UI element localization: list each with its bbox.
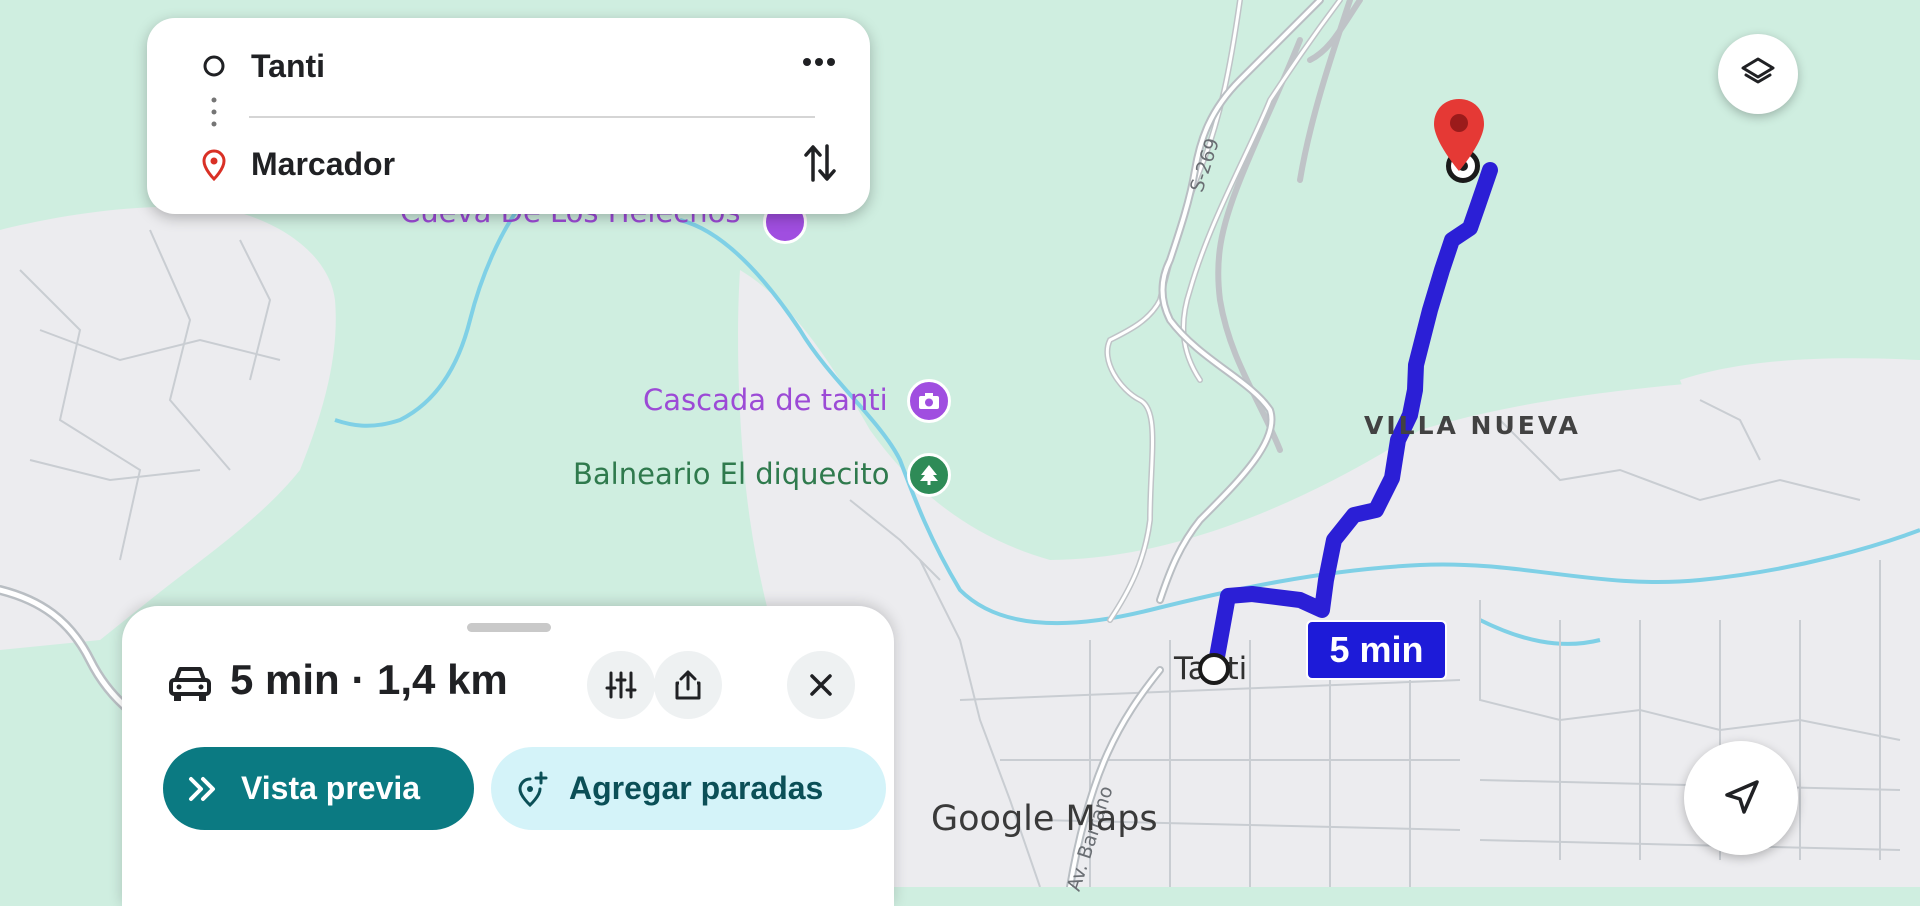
tree-icon bbox=[920, 465, 938, 485]
preview-button[interactable]: Vista previa bbox=[163, 747, 474, 830]
layers-button[interactable] bbox=[1718, 34, 1798, 114]
add-location-icon bbox=[518, 771, 548, 807]
poi-cascada-label[interactable]: Cascada de tanti bbox=[643, 383, 888, 417]
route-divider bbox=[249, 116, 815, 118]
navigation-arrow-icon bbox=[1725, 780, 1759, 814]
close-button[interactable] bbox=[787, 651, 855, 719]
swap-icon[interactable] bbox=[803, 142, 837, 184]
area-villa-nueva-label: VILLA NUEVA bbox=[1364, 411, 1581, 440]
car-icon bbox=[169, 667, 211, 701]
route-dots-icon bbox=[211, 97, 217, 127]
camera-icon bbox=[919, 393, 939, 409]
preview-button-label: Vista previa bbox=[241, 770, 421, 806]
route-options-button[interactable] bbox=[587, 651, 655, 719]
location-pin-icon bbox=[202, 149, 226, 181]
recenter-button[interactable] bbox=[1684, 741, 1798, 855]
layers-icon bbox=[1741, 57, 1775, 84]
tune-icon bbox=[605, 671, 637, 699]
destination-pin-icon[interactable] bbox=[1431, 97, 1487, 173]
origin-marker[interactable] bbox=[1198, 653, 1230, 685]
double-chevron-icon bbox=[189, 776, 215, 801]
google-maps-watermark: Google Maps bbox=[931, 799, 1158, 839]
poi-balneario-marker[interactable] bbox=[907, 453, 951, 497]
add-stops-button-label: Agregar paradas bbox=[569, 770, 824, 806]
close-icon bbox=[810, 674, 832, 696]
poi-balneario-label[interactable]: Balneario El diquecito bbox=[573, 457, 889, 491]
destination-field[interactable]: Marcador bbox=[251, 146, 395, 183]
share-button[interactable] bbox=[654, 651, 722, 719]
route-summary: 5 min · 1,4 km bbox=[230, 656, 508, 703]
eta-badge[interactable]: 5 min bbox=[1306, 620, 1447, 680]
origin-circle-icon bbox=[203, 55, 225, 77]
route-card: Tanti Marcador bbox=[147, 18, 870, 214]
more-options-icon[interactable] bbox=[801, 56, 837, 68]
directions-sheet: 5 min · 1,4 km Vista previa Agregar para… bbox=[122, 606, 894, 906]
sheet-drag-handle[interactable] bbox=[467, 623, 551, 632]
origin-field[interactable]: Tanti bbox=[251, 48, 325, 85]
add-stops-button[interactable]: Agregar paradas bbox=[491, 747, 886, 830]
poi-cascada-marker[interactable] bbox=[907, 379, 951, 423]
share-icon bbox=[675, 670, 701, 700]
